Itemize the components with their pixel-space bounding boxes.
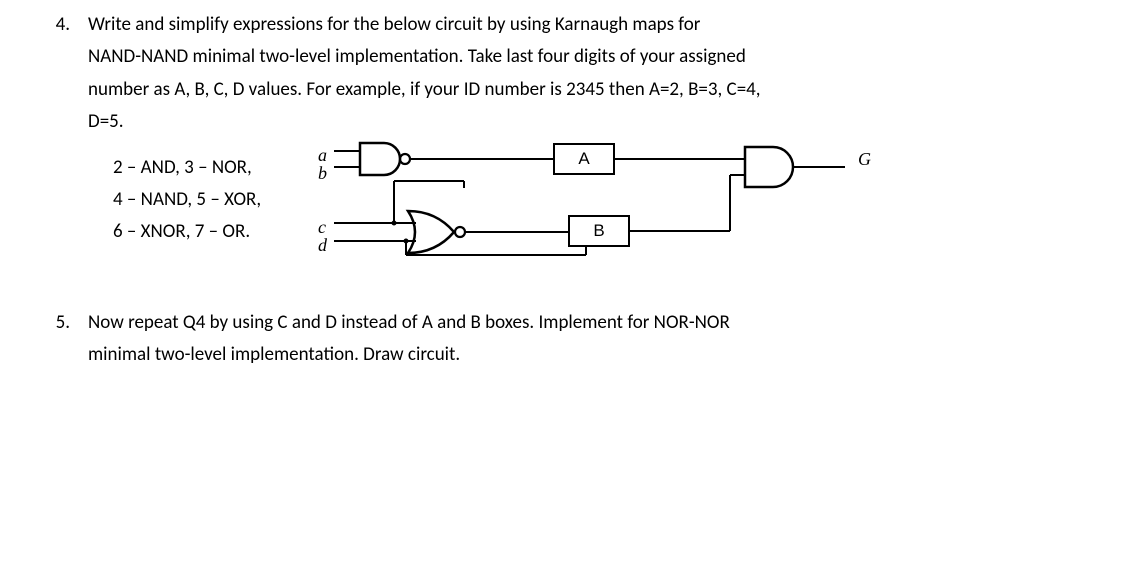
and-gate-output	[615, 143, 875, 253]
q5-line2: minimal two-level implementation. Draw c…	[88, 340, 1074, 370]
q4-inner: 2 – AND, 3 – NOR, 4 – NAND, 5 – XOR, 6 –…	[88, 143, 1074, 273]
q4-number: 4.	[50, 10, 88, 273]
question-4: 4. Write and simplify expressions for th…	[50, 10, 1074, 273]
wire-to-box-a	[464, 143, 554, 188]
q5-text: Now repeat Q4 by using C and D instead o…	[88, 308, 1074, 371]
input-d-label: d	[318, 231, 327, 260]
q4-line2: NAND-NAND minimal two-level implementati…	[88, 42, 1074, 72]
q4-line3: number as A, B, C, D values. For example…	[88, 75, 1074, 105]
wire-to-box-b	[553, 231, 569, 235]
box-a: A	[553, 143, 615, 175]
q4-line4: D=5.	[88, 107, 1074, 137]
q4-body: Write and simplify expressions for the b…	[88, 10, 1074, 273]
question-5: 5. Now repeat Q4 by using C and D instea…	[50, 308, 1074, 373]
box-b-label: B	[593, 217, 604, 244]
box-a-label: A	[578, 145, 589, 172]
legend-line1: 2 – AND, 3 – NOR,	[113, 153, 318, 183]
q5-number: 5.	[50, 308, 88, 373]
legend-line2: 4 – NAND, 5 – XOR,	[113, 185, 318, 215]
input-b-label: b	[318, 159, 327, 188]
gate-legend: 2 – AND, 3 – NOR, 4 – NAND, 5 – XOR, 6 –…	[88, 143, 318, 250]
q4-line1: Write and simplify expressions for the b…	[88, 10, 1074, 40]
q5-body: Now repeat Q4 by using C and D instead o…	[88, 308, 1074, 373]
q4-text: Write and simplify expressions for the b…	[88, 10, 1074, 138]
circuit-diagram: a b c d	[318, 143, 1074, 273]
q5-line1: Now repeat Q4 by using C and D instead o…	[88, 308, 1074, 338]
output-g-label: G	[858, 145, 871, 174]
legend-line3: 6 – XNOR, 7 – OR.	[113, 217, 318, 247]
